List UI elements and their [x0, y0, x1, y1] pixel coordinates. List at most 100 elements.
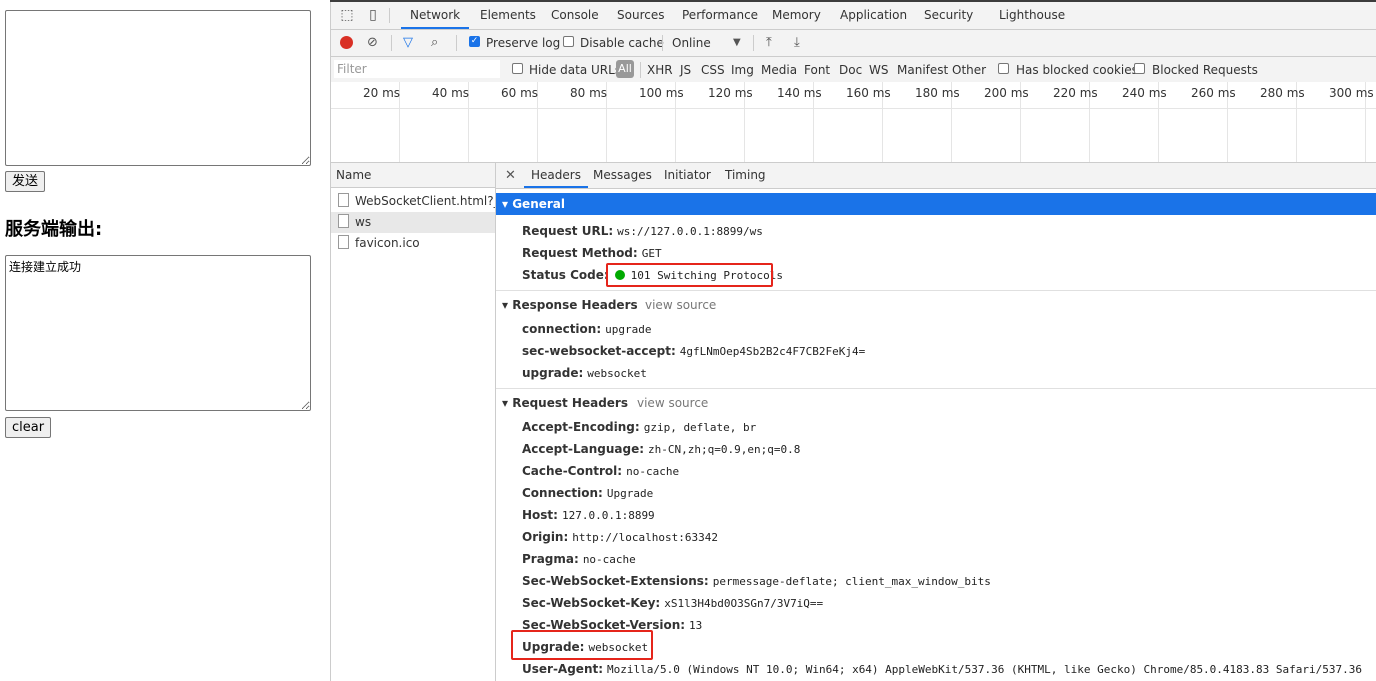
- header-key: Request Method:: [522, 246, 638, 260]
- import-har-icon[interactable]: ⤒: [766, 34, 772, 52]
- filter-ws[interactable]: WS: [869, 63, 888, 77]
- inspect-element-icon[interactable]: ⬚: [339, 7, 355, 23]
- filter-img[interactable]: Img: [731, 63, 754, 77]
- filter-font[interactable]: Font: [804, 63, 830, 77]
- header-value: zh-CN,zh;q=0.9,en;q=0.8: [648, 443, 801, 456]
- header-value: permessage-deflate; client_max_window_bi…: [712, 575, 991, 588]
- filter-js[interactable]: JS: [680, 63, 691, 77]
- throttling-select[interactable]: Online: [672, 36, 711, 50]
- header-key: sec-websocket-accept:: [522, 344, 676, 358]
- chevron-down-icon[interactable]: ▼: [733, 34, 741, 52]
- filter-doc[interactable]: Doc: [839, 63, 862, 77]
- timeline-tick-label: 80 ms: [570, 86, 608, 100]
- header-row: Sec-WebSocket-Extensions: permessage-defl…: [522, 574, 991, 588]
- filter-separator: [640, 62, 641, 78]
- section-title: Request Headers: [512, 396, 628, 410]
- filter-all-button[interactable]: All: [616, 60, 634, 78]
- request-row[interactable]: favicon.ico: [331, 233, 495, 254]
- tab-elements[interactable]: Elements: [480, 2, 536, 29]
- header-key: upgrade:: [522, 366, 584, 380]
- header-value: upgrade: [605, 323, 652, 336]
- view-source-link[interactable]: view source: [645, 298, 716, 312]
- filter-input[interactable]: Filter: [334, 60, 500, 78]
- devtools-panel: ⬚ ▯ Network Elements Console Sources Per…: [330, 2, 1376, 681]
- general-row: Request URL: ws://127.0.0.1:8899/ws: [522, 224, 763, 238]
- tab-security[interactable]: Security: [924, 2, 973, 29]
- disable-cache-checkbox[interactable]: [563, 36, 574, 47]
- send-button[interactable]: 发送: [5, 171, 46, 192]
- header-row: Host: 127.0.0.1:8899: [522, 508, 655, 522]
- filter-other[interactable]: Other: [952, 63, 986, 77]
- filter-icon[interactable]: ▽: [403, 34, 413, 52]
- request-name: ws: [355, 215, 372, 229]
- header-key: Accept-Language:: [522, 442, 645, 456]
- general-title: General: [512, 197, 566, 211]
- filter-manifest[interactable]: Manifest: [897, 63, 948, 77]
- tab-messages[interactable]: Messages: [593, 163, 652, 188]
- tab-performance[interactable]: Performance: [682, 2, 758, 29]
- file-icon: [338, 235, 349, 249]
- device-toolbar-icon[interactable]: ▯: [365, 7, 381, 23]
- tab-console[interactable]: Console: [551, 2, 599, 29]
- view-source-link[interactable]: view source: [637, 396, 708, 410]
- header-value: http://localhost:63342: [572, 531, 718, 544]
- network-overview-timeline[interactable]: 20 ms 40 ms 60 ms 80 ms 100 ms 120 ms 140 ms 16…: [331, 82, 1376, 163]
- header-row: Connection: Upgrade: [522, 486, 653, 500]
- filter-xhr[interactable]: XHR: [647, 63, 673, 77]
- name-column-header[interactable]: Name: [331, 163, 495, 188]
- request-row[interactable]: WebSocketClient.html?_...: [331, 191, 495, 212]
- preserve-log-checkbox[interactable]: ✓: [469, 36, 480, 47]
- tab-headers[interactable]: Headers: [524, 163, 588, 188]
- header-value: GET: [641, 247, 662, 260]
- timeline-tick-label: 260 ms: [1191, 86, 1236, 100]
- request-name: favicon.ico: [355, 236, 420, 250]
- message-input[interactable]: [5, 10, 311, 166]
- export-har-icon[interactable]: ⤓: [794, 34, 800, 52]
- output-textarea[interactable]: 连接建立成功: [5, 255, 311, 411]
- tab-network[interactable]: Network: [401, 2, 470, 29]
- header-key: Accept-Encoding:: [522, 420, 640, 434]
- clear-icon[interactable]: ⊘: [367, 34, 378, 52]
- header-key: Pragma:: [522, 552, 579, 566]
- timeline-tick-label: 240 ms: [1122, 86, 1167, 100]
- tab-initiator[interactable]: Initiator: [664, 163, 711, 188]
- record-icon[interactable]: [340, 36, 353, 49]
- request-row-selected[interactable]: ws: [331, 212, 495, 233]
- section-divider: [496, 290, 1376, 291]
- header-row: Accept-Language: zh-CN,zh;q=0.9,en;q=0.8: [522, 442, 800, 456]
- highlight-box: [511, 630, 653, 660]
- header-row: User-Agent: Mozilla/5.0 (Windows NT 10.0;…: [522, 662, 1362, 676]
- header-row: Accept-Encoding: gzip, deflate, br: [522, 420, 756, 434]
- header-row: Sec-WebSocket-Key: xS1l3H4bd0O3SGn7/3V7iQ…: [522, 596, 823, 610]
- header-key: Cache-Control:: [522, 464, 623, 478]
- toolbar-separator: [662, 35, 663, 51]
- timeline-tick-label: 160 ms: [846, 86, 891, 100]
- filter-css[interactable]: CSS: [701, 63, 725, 77]
- header-value: Upgrade: [606, 487, 654, 500]
- tab-memory[interactable]: Memory: [772, 2, 821, 29]
- request-list: Name WebSocketClient.html?_... ws favico…: [331, 163, 496, 681]
- hide-data-urls-checkbox[interactable]: [512, 63, 523, 74]
- header-key: Request URL:: [522, 224, 614, 238]
- detail-tabs: ✕ Headers Messages Initiator Timing: [496, 163, 1376, 189]
- search-icon[interactable]: ⌕: [431, 34, 438, 52]
- tabbar-separator: [389, 8, 390, 23]
- blocked-requests-checkbox[interactable]: [1134, 63, 1145, 74]
- has-blocked-cookies-label: Has blocked cookies: [1016, 63, 1138, 77]
- request-headers-header[interactable]: ▾ Request Headers: [502, 396, 628, 410]
- tab-application[interactable]: Application: [840, 2, 907, 29]
- tab-timing[interactable]: Timing: [725, 163, 766, 188]
- close-icon[interactable]: ✕: [505, 168, 516, 183]
- header-row: Origin: http://localhost:63342: [522, 530, 718, 544]
- has-blocked-cookies-checkbox[interactable]: [998, 63, 1009, 74]
- timeline-divider: [331, 108, 1376, 109]
- filter-media[interactable]: Media: [761, 63, 797, 77]
- general-section-header[interactable]: ▾ General: [496, 193, 1376, 215]
- tab-lighthouse[interactable]: Lighthouse: [999, 2, 1065, 29]
- disable-cache-label: Disable cache: [580, 36, 664, 50]
- file-icon: [338, 214, 349, 228]
- tab-sources[interactable]: Sources: [617, 2, 664, 29]
- clear-button[interactable]: clear: [5, 417, 52, 438]
- timeline-tick-label: 140 ms: [777, 86, 822, 100]
- response-headers-header[interactable]: ▾ Response Headers: [502, 298, 638, 312]
